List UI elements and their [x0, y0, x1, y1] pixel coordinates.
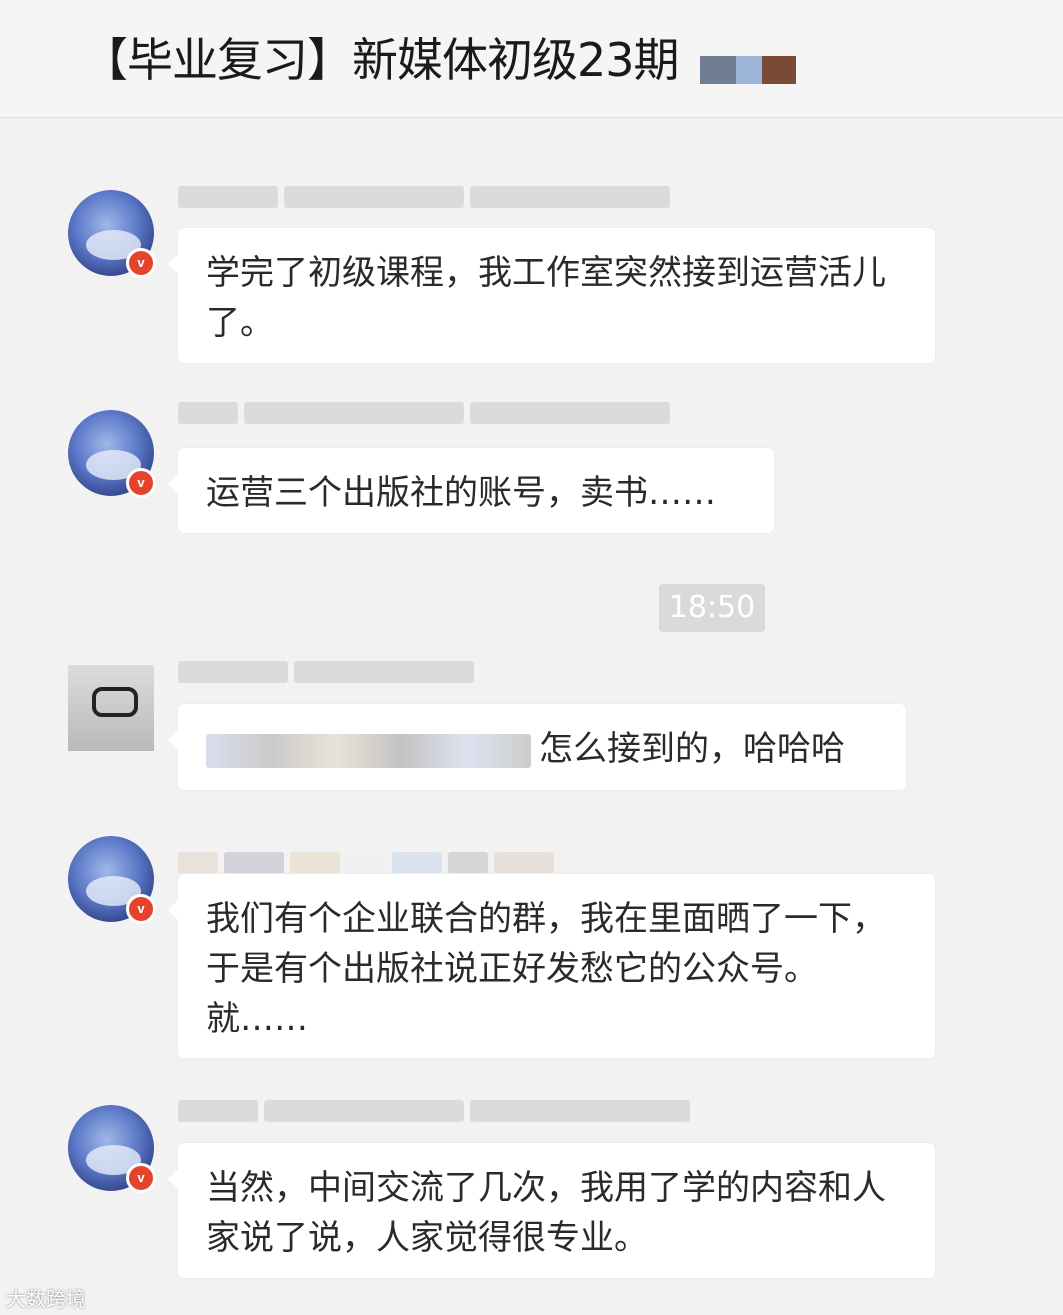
message-bubble[interactable]: 学完了初级课程，我工作室突然接到运营活儿了。	[168, 228, 935, 363]
sender-name-redacted	[178, 182, 670, 212]
time-separator: 18:50	[659, 584, 765, 632]
message-text: 运营三个出版社的账号，卖书……	[206, 473, 716, 513]
message-bubble[interactable]: 运营三个出版社的账号，卖书……	[168, 448, 774, 533]
title-redaction	[700, 56, 796, 84]
message-bubble[interactable]: 怎么接到的，哈哈哈	[168, 704, 906, 790]
avatar[interactable]: v	[68, 410, 156, 498]
avatar-image	[68, 665, 154, 751]
verified-badge-icon: v	[126, 468, 156, 498]
chat-header: 【毕业复习】新媒体初级23期	[0, 0, 1063, 118]
verified-badge-icon: v	[126, 894, 156, 924]
avatar[interactable]	[68, 665, 154, 751]
group-title: 【毕业复习】新媒体初级23期	[82, 33, 680, 87]
sender-name-redacted	[178, 657, 474, 687]
message-text: 怎么接到的，哈哈哈	[539, 729, 845, 769]
message-text: 我们有个企业联合的群，我在里面晒了一下，于是有个出版社说正好发愁它的公众号。就……	[206, 899, 886, 1039]
message-text: 当然，中间交流了几次，我用了学的内容和人家说了说，人家觉得很专业。	[206, 1168, 886, 1258]
sender-name-redacted	[178, 398, 670, 428]
avatar[interactable]: v	[68, 190, 156, 278]
verified-badge-icon: v	[126, 1163, 156, 1193]
watermark: 大数跨境	[6, 1287, 86, 1311]
sender-name-redacted	[178, 1096, 690, 1126]
mention-redacted	[206, 733, 531, 768]
avatar[interactable]: v	[68, 1105, 156, 1193]
message-text: 学完了初级课程，我工作室突然接到运营活儿了。	[206, 253, 886, 343]
message-bubble[interactable]: 当然，中间交流了几次，我用了学的内容和人家说了说，人家觉得很专业。	[168, 1143, 935, 1278]
avatar[interactable]: v	[68, 836, 156, 924]
message-bubble[interactable]: 我们有个企业联合的群，我在里面晒了一下，于是有个出版社说正好发愁它的公众号。就……	[168, 874, 935, 1058]
verified-badge-icon: v	[126, 248, 156, 278]
